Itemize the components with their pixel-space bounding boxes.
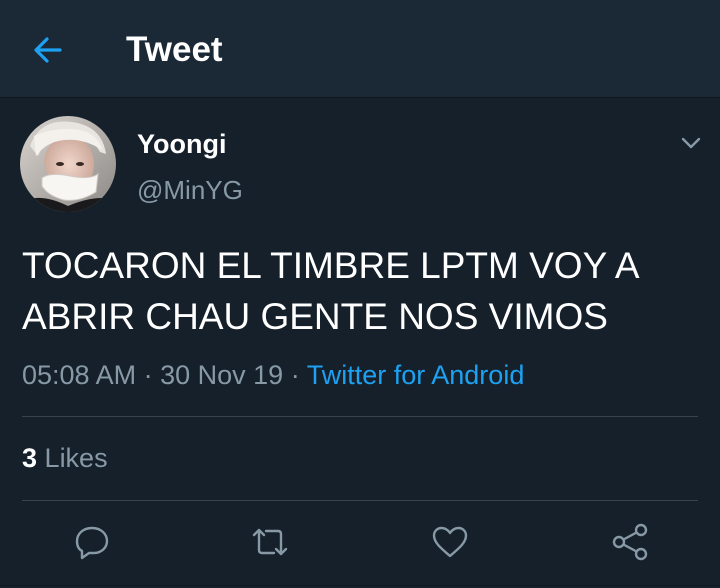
- tweet-date: 30 Nov 19: [160, 360, 284, 390]
- likes-label: Likes: [44, 443, 108, 473]
- tweet-time: 05:08 AM: [22, 360, 137, 390]
- likes-stat[interactable]: 3 Likes: [22, 441, 108, 475]
- heart-icon: [432, 526, 468, 558]
- meta-separator: ·: [290, 360, 300, 390]
- share-icon: [612, 523, 648, 561]
- author-display-name[interactable]: Yoongi: [137, 128, 226, 160]
- meta-separator: ·: [143, 360, 153, 390]
- reply-icon: [75, 526, 109, 560]
- retweet-button[interactable]: [248, 520, 292, 564]
- tweet-source-link[interactable]: Twitter for Android: [307, 360, 525, 390]
- avatar[interactable]: [20, 116, 116, 212]
- likes-count: 3: [22, 443, 38, 473]
- top-bar: Tweet: [0, 0, 720, 98]
- reply-button[interactable]: [70, 520, 114, 564]
- like-button[interactable]: [428, 520, 472, 564]
- avatar-photo: [20, 116, 116, 212]
- tweet-metadata: 05:08 AM · 30 Nov 19 · Twitter for Andro…: [22, 358, 524, 392]
- tweet-menu-button[interactable]: [676, 130, 706, 156]
- divider: [22, 416, 698, 417]
- chevron-down-icon: [681, 137, 701, 149]
- retweet-icon: [252, 528, 288, 556]
- divider: [0, 585, 720, 586]
- back-button[interactable]: [28, 30, 68, 70]
- divider: [22, 500, 698, 501]
- page-title: Tweet: [126, 30, 223, 69]
- author-handle[interactable]: @MinYG: [137, 174, 243, 206]
- arrow-left-icon: [34, 37, 62, 63]
- tweet-text: TOCARON EL TIMBRE LPTM VOY A ABRIR CHAU …: [22, 245, 638, 337]
- share-button[interactable]: [608, 520, 652, 564]
